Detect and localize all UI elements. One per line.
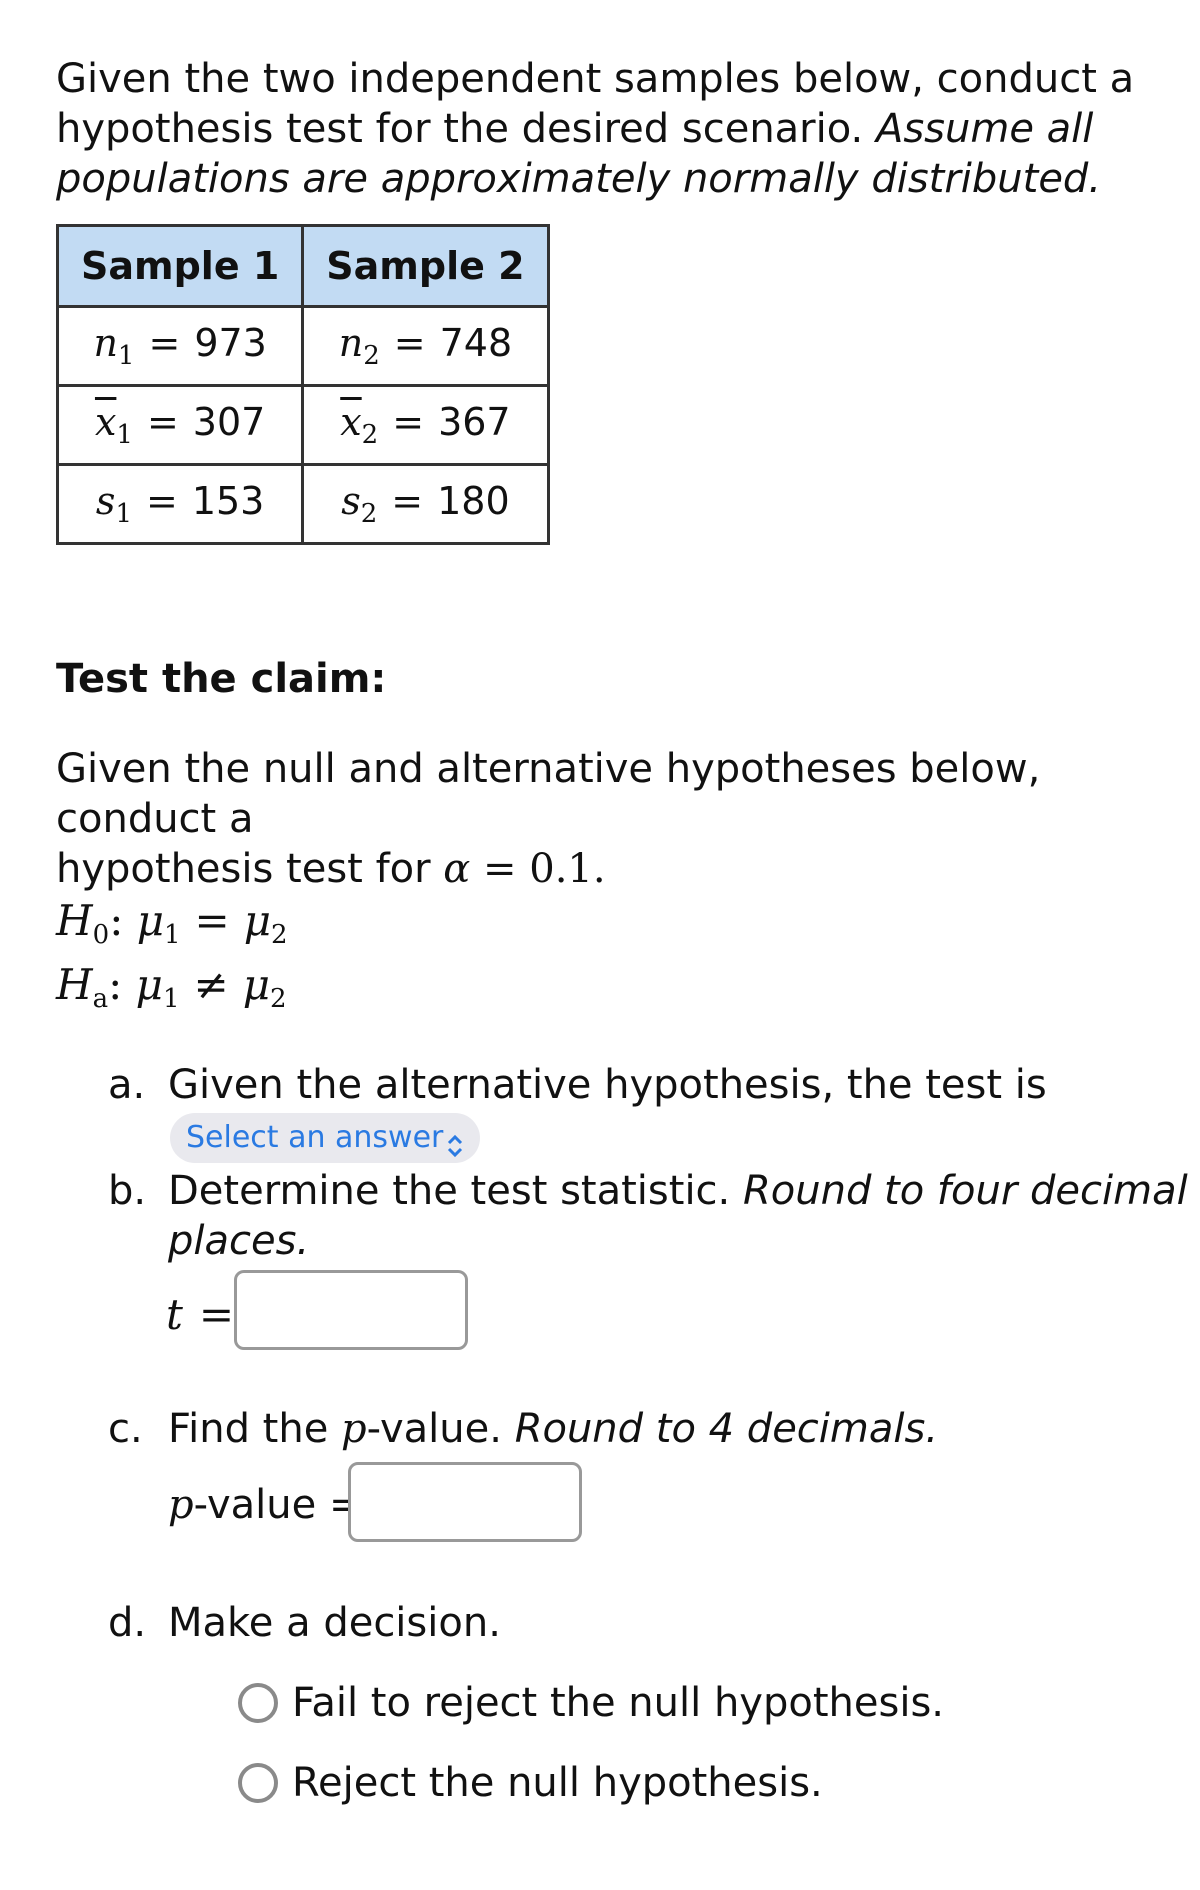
- operator: =: [194, 896, 230, 945]
- subscript: 1: [164, 920, 181, 950]
- equals: =: [146, 400, 179, 444]
- mu: μ: [135, 960, 163, 1009]
- p-value-label-text: -value =: [193, 1482, 363, 1528]
- intro-line-1: Given the two independent samples below,…: [56, 56, 1135, 102]
- equals: =: [393, 321, 426, 365]
- select-placeholder: Select an answer: [186, 1120, 444, 1155]
- part-b-round-note-2: places.: [168, 1218, 310, 1264]
- value: 180: [437, 479, 510, 523]
- var: s: [95, 479, 116, 523]
- header-sample-1: Sample 1: [55, 224, 305, 308]
- p-var: p: [168, 1482, 194, 1528]
- cell-n1: n1 = 973: [55, 305, 305, 387]
- subscript: 2: [271, 920, 288, 950]
- h-label: H: [56, 896, 93, 945]
- intro-line-2-italic: Assume all: [875, 106, 1094, 152]
- subscript: 2: [361, 420, 379, 450]
- cell-s2: s2 = 180: [301, 463, 550, 545]
- equals: =: [391, 479, 424, 523]
- part-a-marker: a.: [108, 1062, 146, 1108]
- subscript: 1: [117, 341, 135, 371]
- operator: ≠: [193, 960, 229, 1009]
- up-down-chevron-icon: [446, 1125, 464, 1158]
- subscript: 2: [270, 984, 287, 1014]
- subscript: 2: [360, 499, 378, 529]
- part-c-text: Find the p-value. Round to 4 decimals.: [168, 1404, 938, 1454]
- intro-line-2: hypothesis test for the desired scenario…: [56, 104, 1134, 154]
- part-b-text: Determine the test statistic. Round to f…: [168, 1166, 1188, 1266]
- claim-heading: Test the claim:: [56, 656, 387, 702]
- alpha-symbol: α: [443, 846, 471, 892]
- t-label: t =: [166, 1290, 236, 1340]
- var: x: [340, 400, 362, 444]
- table-row: n1 = 973 n2 = 748: [55, 305, 550, 387]
- option-label: Reject the null hypothesis.: [292, 1760, 823, 1806]
- subscript: 1: [115, 499, 132, 529]
- equals: =: [145, 479, 178, 523]
- part-b-marker: b.: [108, 1168, 147, 1214]
- cell-xbar2: x2 = 367: [301, 384, 550, 466]
- radio-reject[interactable]: [238, 1763, 278, 1803]
- subscript: 2: [363, 341, 380, 371]
- value: 307: [192, 400, 266, 444]
- hypothesis-intro: Given the null and alternative hypothese…: [56, 744, 1200, 894]
- radio-fail-to-reject[interactable]: [238, 1683, 278, 1723]
- mu: μ: [242, 960, 271, 1009]
- value: 973: [194, 321, 267, 365]
- part-a-text: Given the alternative hypothesis, the te…: [168, 1062, 1047, 1108]
- option-label: Fail to reject the null hypothesis.: [292, 1680, 944, 1726]
- p-value-label: p-value =: [168, 1480, 362, 1530]
- h-label: H: [56, 960, 93, 1009]
- subscript: a: [92, 984, 109, 1014]
- mu: μ: [243, 896, 272, 945]
- part-b-round-note: Round to four decimal: [742, 1168, 1188, 1214]
- subscript: 1: [162, 984, 180, 1014]
- part-d-marker: d.: [108, 1600, 147, 1646]
- part-c-text-1: Find the: [168, 1406, 342, 1452]
- alternative-hypothesis: Ha: μ1 ≠ μ2: [56, 960, 287, 1014]
- part-c-marker: c.: [108, 1406, 143, 1452]
- subscript: 0: [92, 920, 110, 950]
- hypothesis-intro-line-2: hypothesis test for α = 0.1.: [56, 844, 1200, 894]
- hypothesis-intro-line-2-text: hypothesis test for: [56, 846, 444, 892]
- cell-xbar1: x1 = 307: [55, 384, 305, 466]
- part-b-instruction: Determine the test statistic.: [168, 1168, 743, 1214]
- mu: μ: [136, 896, 164, 945]
- var: x: [94, 400, 117, 444]
- value: 367: [438, 400, 511, 444]
- test-statistic-input[interactable]: [234, 1270, 468, 1350]
- intro-text: Given the two independent samples below,…: [56, 54, 1134, 204]
- p-value-input[interactable]: [348, 1462, 582, 1542]
- equals: =: [392, 400, 425, 444]
- p-var: p: [341, 1406, 367, 1452]
- table-header-row: Sample 1 Sample 2: [55, 224, 550, 308]
- value: 153: [191, 479, 265, 523]
- table-row: x1 = 307 x2 = 367: [55, 384, 550, 466]
- intro-line-3-italic: populations are approximately normally d…: [56, 156, 1102, 202]
- cell-n2: n2 = 748: [301, 305, 550, 387]
- hypothesis-intro-line-1: Given the null and alternative hypothese…: [56, 746, 1041, 842]
- header-sample-2: Sample 2: [301, 224, 550, 308]
- cell-s1: s1 = 153: [55, 463, 305, 545]
- hypotheses: H0: μ1 = μ2 Ha: μ1 ≠ μ2: [56, 896, 288, 1024]
- var: n: [93, 321, 118, 365]
- alpha-value: = 0.1.: [483, 846, 606, 892]
- part-c-round-note: Round to 4 decimals.: [514, 1406, 939, 1452]
- null-hypothesis: H0: μ1 = μ2: [56, 896, 288, 950]
- t-var: t: [166, 1290, 183, 1339]
- value: 748: [439, 321, 513, 365]
- subscript: 1: [116, 420, 133, 450]
- equals: =: [198, 1290, 235, 1339]
- test-type-select[interactable]: Select an answer: [170, 1113, 480, 1163]
- var: s: [341, 479, 361, 523]
- intro-line-3: populations are approximately normally d…: [56, 154, 1134, 204]
- intro-line-2-plain: hypothesis test for the desired scenario…: [56, 106, 876, 152]
- part-c-text-2: -value.: [366, 1406, 515, 1452]
- var: n: [338, 321, 364, 365]
- samples-table: Sample 1 Sample 2 n1 = 973 n2 = 748 x1 = 307 x…: [55, 224, 550, 545]
- table-row: s1 = 153 s2 = 180: [55, 463, 550, 545]
- part-d-text: Make a decision.: [168, 1600, 501, 1646]
- equals: =: [148, 321, 181, 365]
